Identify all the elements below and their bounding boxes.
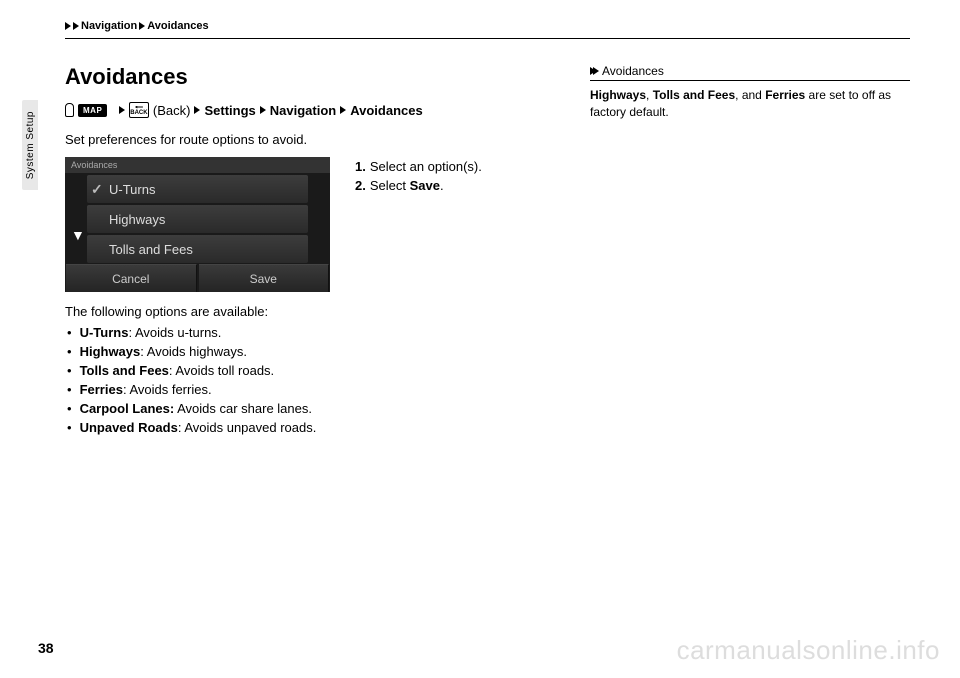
nav-path-seg: Settings [204,103,255,118]
breadcrumb-seg: Avoidances [147,20,208,32]
screenshot-row: Highways [87,205,308,233]
back-button-icon: BACK [129,102,149,118]
chevron-right-icon [260,106,266,114]
step-number: 1. [355,159,366,174]
nav-path-seg: Avoidances [350,103,423,118]
option-item: Unpaved Roads: Avoids unpaved roads. [65,420,555,435]
nav-path-seg: Navigation [270,103,336,118]
side-note-header: Avoidances [590,64,910,81]
steps-list: 1. Select an option(s). 2. Select Save. [355,157,482,292]
nav-path-back-text: (Back) [153,103,191,118]
screenshot-save-button: Save [199,264,330,292]
chevron-right-icon [65,22,71,30]
double-chevron-icon [590,67,599,75]
hand-icon [65,103,74,117]
options-list: U-Turns: Avoids u-turns. Highways: Avoid… [65,325,555,435]
page-number: 38 [38,640,54,656]
option-item: Tolls and Fees: Avoids toll roads. [65,363,555,378]
chevron-right-icon [73,22,79,30]
screenshot-cancel-button: Cancel [66,264,197,292]
step-item: 1. Select an option(s). [355,159,482,174]
page-title: Avoidances [65,64,555,90]
option-item: Highways: Avoids highways. [65,344,555,359]
chevron-right-icon [340,106,346,114]
options-intro: The following options are available: [65,304,555,319]
option-item: U-Turns: Avoids u-turns. [65,325,555,340]
step-item: 2. Select Save. [355,178,482,193]
breadcrumb-seg: Navigation [81,20,137,32]
chevron-right-icon [194,106,200,114]
chevron-right-icon [139,22,145,30]
nav-path: MAP BACK (Back) Settings Navigation Avoi… [65,102,555,118]
intro-text: Set preferences for route options to avo… [65,132,555,147]
screenshot-row: U-Turns [87,175,308,203]
step-number: 2. [355,178,366,193]
down-arrow-icon: ▼ [71,227,85,243]
step-text: Select Save. [370,178,444,193]
screenshot-row: Tolls and Fees [87,235,308,263]
screenshot-header: Avoidances [65,157,330,173]
side-note-title: Avoidances [602,64,664,78]
ui-screenshot: Avoidances U-Turns Highways Tolls and Fe… [65,157,330,292]
step-text: Select an option(s). [370,159,482,174]
map-button-icon: MAP [78,104,107,117]
side-note-body: Highways, Tolls and Fees, and Ferries ar… [590,87,910,121]
section-tab-label: System Setup [25,111,36,179]
option-item: Carpool Lanes: Avoids car share lanes. [65,401,555,416]
breadcrumb: Navigation Avoidances [65,20,910,39]
watermark: carmanualsonline.info [677,635,940,666]
option-item: Ferries: Avoids ferries. [65,382,555,397]
section-tab: System Setup [22,100,38,190]
chevron-right-icon [119,106,125,114]
